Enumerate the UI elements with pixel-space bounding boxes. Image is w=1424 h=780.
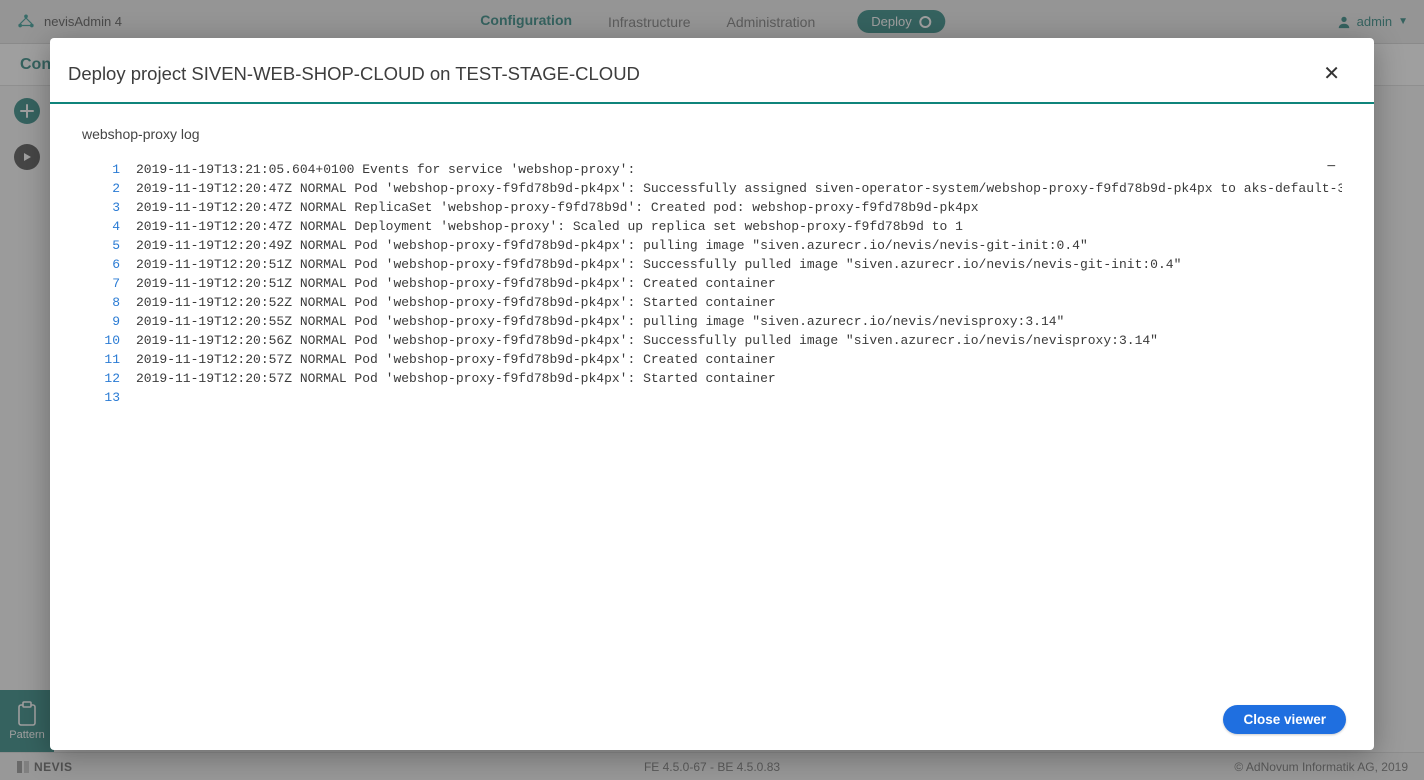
log-content: 2019-11-19T13:21:05.604+0100 Events for … [130,154,1342,632]
close-viewer-button[interactable]: Close viewer [1223,705,1346,734]
modal-title: Deploy project SIVEN-WEB-SHOP-CLOUD on T… [68,63,640,85]
modal-overlay: Deploy project SIVEN-WEB-SHOP-CLOUD on T… [0,0,1424,780]
log-name-label: webshop-proxy log [50,104,1374,150]
collapse-icon[interactable]: − [1327,158,1336,176]
modal-footer: Close viewer [50,691,1374,734]
log-viewer-modal: Deploy project SIVEN-WEB-SHOP-CLOUD on T… [50,38,1374,750]
close-icon[interactable]: ✕ [1317,60,1346,88]
log-viewer[interactable]: − 12345678910111213 2019-11-19T13:21:05.… [82,154,1342,632]
modal-header: Deploy project SIVEN-WEB-SHOP-CLOUD on T… [50,38,1374,102]
line-gutter: 12345678910111213 [82,154,130,632]
